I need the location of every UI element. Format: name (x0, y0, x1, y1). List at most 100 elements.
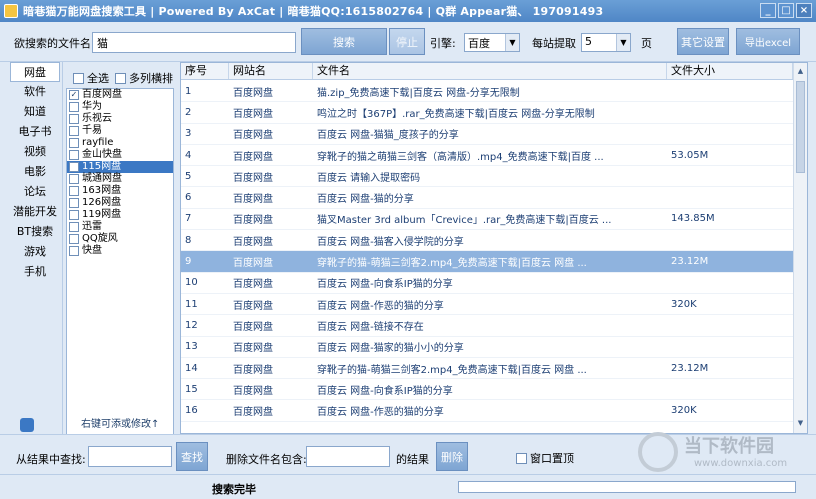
column-header-no[interactable]: 序号 (181, 63, 229, 79)
table-row[interactable]: 9 百度网盘 穿靴子的猫-萌猫三剑客2.mp4_免费高速下载|百度云 网盘 ... 2… (181, 251, 793, 273)
search-button[interactable]: 搜索 (301, 28, 387, 55)
stop-button[interactable]: 停止 (389, 28, 425, 55)
find-label: 从结果中查找: (16, 453, 86, 466)
tab-ebook[interactable]: 电子书 (10, 122, 60, 142)
tab-mobile[interactable]: 手机 (10, 262, 60, 282)
tab-bt-search[interactable]: BT搜索 (10, 222, 60, 242)
checkbox-icon[interactable] (69, 162, 79, 172)
tab-movie[interactable]: 电影 (10, 162, 60, 182)
checkbox-icon[interactable] (69, 126, 79, 136)
tray-icon[interactable] (20, 418, 34, 432)
tab-netdisk[interactable]: 网盘 (10, 62, 60, 82)
search-input[interactable]: 猫 (92, 32, 296, 53)
per-site-select[interactable]: 5 ▼ (581, 33, 631, 52)
window-controls: _ □ × (760, 3, 812, 18)
column-header-filename[interactable]: 文件名 (313, 63, 667, 79)
site-item[interactable]: 乐视云 (67, 113, 173, 125)
engine-label: 引擎: (430, 37, 456, 50)
checkbox-icon[interactable] (69, 102, 79, 112)
table-row[interactable]: 12 百度网盘 百度云 网盘-链接不存在 (181, 315, 793, 337)
delete-filter-input[interactable] (306, 446, 390, 467)
table-cell-file: 百度云 网盘-向食系IP猫的分享 (317, 385, 453, 397)
table-row[interactable]: 14 百度网盘 穿靴子的猫-萌猫三剑客2.mp4_免费高速下载|百度云 网盘 ...… (181, 358, 793, 380)
checkbox-icon[interactable] (69, 198, 79, 208)
settings-button[interactable]: 其它设置 (677, 28, 729, 55)
engine-select[interactable]: 百度 ▼ (464, 33, 520, 52)
checkbox-icon[interactable] (69, 246, 79, 256)
site-item[interactable]: 迅雷 (67, 221, 173, 233)
checkbox-icon[interactable] (69, 186, 79, 196)
site-item[interactable]: 城通网盘 (67, 173, 173, 185)
site-item[interactable]: 华为 (67, 101, 173, 113)
tab-software[interactable]: 软件 (10, 82, 60, 102)
table-cell-no: 10 (185, 277, 198, 289)
close-button[interactable]: × (796, 3, 812, 18)
table-row[interactable]: 13 百度网盘 百度云 网盘-猫家的猫小小的分享 (181, 337, 793, 358)
column-header-size[interactable]: 文件大小 (667, 63, 793, 79)
window-ontop-label: 窗口置顶 (530, 452, 574, 465)
checkbox-icon[interactable] (69, 138, 79, 148)
table-row[interactable]: 4 百度网盘 穿靴子的猫之萌猫三剑客（高清版）.mp4_免费高速下载|百度 ... 5… (181, 145, 793, 167)
results-table[interactable]: 序号 网站名 文件名 文件大小 1 百度网盘 猫.zip_免费高速下载|百度云 网盘… (180, 62, 808, 434)
checkbox-icon[interactable] (69, 210, 79, 220)
tab-forum[interactable]: 论坛 (10, 182, 60, 202)
table-row[interactable]: 15 百度网盘 百度云 网盘-向食系IP猫的分享 (181, 379, 793, 401)
find-button[interactable]: 查找 (176, 442, 208, 471)
export-excel-button[interactable]: 导出excel (736, 28, 800, 55)
site-item[interactable]: ✓ 百度网盘 (67, 89, 173, 101)
multi-column-label: 多列横排 (129, 72, 173, 85)
find-input[interactable] (88, 446, 172, 467)
tab-potential[interactable]: 潜能开发 (10, 202, 60, 222)
table-row[interactable]: 7 百度网盘 猫叉Master 3rd album「Crevice」.rar_免费高… (181, 209, 793, 231)
table-row[interactable]: 3 百度网盘 百度云 网盘-猫猫_度孩子的分享 (181, 124, 793, 145)
vertical-scrollbar[interactable]: ▲ ▼ (793, 63, 807, 433)
site-item-label: rayfile (82, 137, 114, 148)
checkbox-icon[interactable]: ✓ (69, 90, 79, 100)
window-ontop-checkbox[interactable]: 窗口置顶 (516, 450, 574, 466)
site-item[interactable]: 115网盘 (67, 161, 173, 173)
table-cell-file: 猫.zip_免费高速下载|百度云 网盘-分享无限制 (317, 87, 520, 99)
site-item[interactable]: 快盘 (67, 245, 173, 257)
table-row[interactable]: 10 百度网盘 百度云 网盘-向食系IP猫的分享 (181, 273, 793, 294)
site-item[interactable]: 金山快盘 (67, 149, 173, 161)
checkbox-icon[interactable] (69, 174, 79, 184)
site-item[interactable]: 119网盘 (67, 209, 173, 221)
site-item[interactable]: 163网盘 (67, 185, 173, 197)
scroll-up-icon[interactable]: ▲ (795, 65, 806, 77)
checkbox-icon (115, 72, 126, 84)
maximize-button[interactable]: □ (778, 3, 794, 18)
checkbox-icon[interactable] (69, 150, 79, 160)
site-item[interactable]: 126网盘 (67, 197, 173, 209)
delete-button[interactable]: 删除 (436, 442, 468, 471)
table-cell-no: 9 (185, 256, 192, 268)
tab-games[interactable]: 游戏 (10, 242, 60, 262)
table-row[interactable]: 11 百度网盘 百度云 网盘-作恶的猫的分享 320K (181, 294, 793, 316)
site-item-label: 金山快盘 (82, 149, 122, 160)
tab-zhidao[interactable]: 知道 (10, 102, 60, 122)
checkbox-icon[interactable] (69, 114, 79, 124)
table-row[interactable]: 2 百度网盘 鸣泣之时【367P】.rar_免费高速下载|百度云 网盘-分享无限制 (181, 102, 793, 124)
site-list[interactable]: ✓ 百度网盘 华为 乐视云 千易 rayfile 金山快盘 115网盘 城通网盘 163网盘 126… (66, 88, 174, 436)
select-all-checkbox[interactable]: 全选 (73, 70, 109, 86)
column-header-site[interactable]: 网站名 (229, 63, 313, 79)
checkbox-icon[interactable] (69, 234, 79, 244)
filename-label: 欲搜索的文件名: (14, 37, 95, 50)
scroll-down-icon[interactable]: ▼ (795, 417, 806, 429)
table-row[interactable]: 6 百度网盘 百度云 网盘-猫的分享 (181, 188, 793, 209)
site-item[interactable]: 千易 (67, 125, 173, 137)
tab-video[interactable]: 视频 (10, 142, 60, 162)
table-row[interactable]: 1 百度网盘 猫.zip_免费高速下载|百度云 网盘-分享无限制 (181, 81, 793, 103)
table-cell-site: 百度网盘 (233, 172, 273, 184)
table-row[interactable]: 16 百度网盘 百度云 网盘-作恶的猫的分享 320K (181, 401, 793, 422)
table-row[interactable]: 8 百度网盘 百度云 网盘-猫客入侵学院的分享 (181, 230, 793, 252)
site-item[interactable]: rayfile (67, 137, 173, 149)
site-item-label: 千易 (82, 125, 102, 136)
multi-column-checkbox[interactable]: 多列横排 (115, 70, 173, 86)
table-row[interactable]: 5 百度网盘 百度云 请输入提取密码 (181, 166, 793, 188)
checkbox-icon[interactable] (69, 222, 79, 232)
page-unit-label: 页 (641, 37, 652, 50)
site-panel: 全选 多列横排 ✓ 百度网盘 华为 乐视云 千易 rayfile 金山快盘 115网盘 城通网盘… (62, 62, 177, 436)
minimize-button[interactable]: _ (760, 3, 776, 18)
site-item[interactable]: QQ旋风 (67, 233, 173, 245)
scroll-thumb[interactable] (796, 81, 805, 173)
